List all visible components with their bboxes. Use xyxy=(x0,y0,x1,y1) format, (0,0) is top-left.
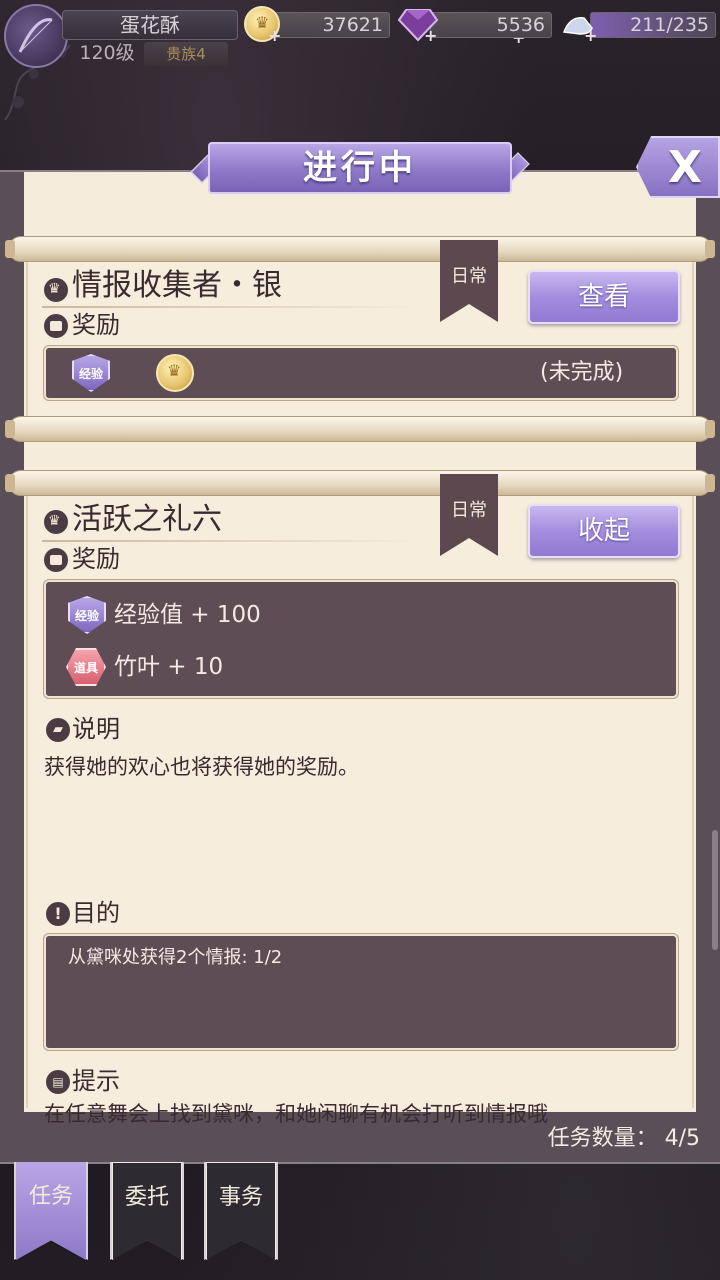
item-icon: 道具 xyxy=(66,648,106,686)
hint-label: 提示 xyxy=(72,1067,120,1095)
hint-text: 在任意舞会上找到黛咪，和她闲聊有机会打听到情报哦 xyxy=(44,1102,548,1126)
book-icon: ▰ xyxy=(46,718,70,742)
scrollbar[interactable] xyxy=(712,830,718,950)
diamond-amount: 5536 xyxy=(430,12,552,38)
panel-title: 进行中 xyxy=(208,142,512,194)
objective-label: 目的 xyxy=(72,899,120,927)
player-name: 蛋花酥 xyxy=(62,10,238,40)
title-divider xyxy=(42,540,422,542)
description-text: 获得她的欢心也将获得她的奖励。 xyxy=(44,755,359,779)
view-button[interactable]: 查看 xyxy=(528,270,680,324)
quest-title: 活跃之礼六 xyxy=(72,502,222,537)
title-divider xyxy=(42,306,422,308)
scroll-rod-top xyxy=(5,470,715,496)
exclamation-icon: ! xyxy=(46,902,70,926)
reward-bullet-icon xyxy=(44,548,68,572)
quest-card-2: 活跃之礼六 奖励 收起 经验 经验值 + 100 道具 竹叶 + 10 ▰ 说明… xyxy=(26,482,694,1126)
crown-icon xyxy=(44,278,68,302)
bow-icon xyxy=(18,18,53,53)
avatar[interactable] xyxy=(4,4,68,68)
reward-bullet-icon xyxy=(44,314,68,338)
note-icon: ▤ xyxy=(46,1070,70,1094)
description-label: 说明 xyxy=(72,715,120,743)
diamond-resource: 5536 xyxy=(398,8,554,42)
reward-box: 经验 (未完成) xyxy=(44,346,678,400)
reward-label: 奖励 xyxy=(72,311,120,339)
rank-badge: 贵族4 xyxy=(144,42,228,66)
quest-title: 情报收集者・银 xyxy=(72,268,282,303)
stamina-amount: 211/235 xyxy=(590,12,716,38)
gold-coin-icon xyxy=(156,354,194,392)
collapse-button[interactable]: 收起 xyxy=(528,504,680,558)
reward-item: 竹叶 + 10 xyxy=(114,654,224,680)
panel-title-ribbon: 进行中 xyxy=(190,140,530,196)
scroll-rod-bottom xyxy=(5,416,715,442)
reward-label: 奖励 xyxy=(72,545,120,573)
add-diamond-button[interactable]: + xyxy=(424,26,437,45)
quest-status: (未完成) xyxy=(540,360,624,385)
close-button[interactable]: X xyxy=(636,136,720,198)
gold-amount: 37621 xyxy=(272,12,390,38)
player-level: 120级 xyxy=(79,42,135,64)
close-icon: X xyxy=(668,142,702,193)
exp-icon: 经验 xyxy=(72,354,110,392)
quest-card-1: 情报收集者・银 奖励 经验 (未完成) 查看 xyxy=(26,248,694,424)
exp-icon: 经验 xyxy=(68,596,106,634)
reward-box: 经验 经验值 + 100 道具 竹叶 + 10 xyxy=(44,580,678,698)
crown-icon xyxy=(44,510,68,534)
add-stamina-button[interactable]: + xyxy=(584,26,597,45)
task-count: 任务数量： 4/5 xyxy=(547,1126,700,1151)
reward-item: 经验值 + 100 xyxy=(114,602,261,628)
gold-resource: 37621 + xyxy=(244,6,525,47)
objective-text: 从黛咪处获得2个情报: 1/2 xyxy=(68,947,283,968)
objective-box: 从黛咪处获得2个情报: 1/2 xyxy=(44,934,678,1050)
add-gold-button[interactable]: + xyxy=(268,26,281,45)
top-status-bar: 蛋花酥 120级 贵族4 37621 + + 5536 + 211/235 + xyxy=(0,0,720,70)
scroll-rod-top xyxy=(5,236,715,262)
